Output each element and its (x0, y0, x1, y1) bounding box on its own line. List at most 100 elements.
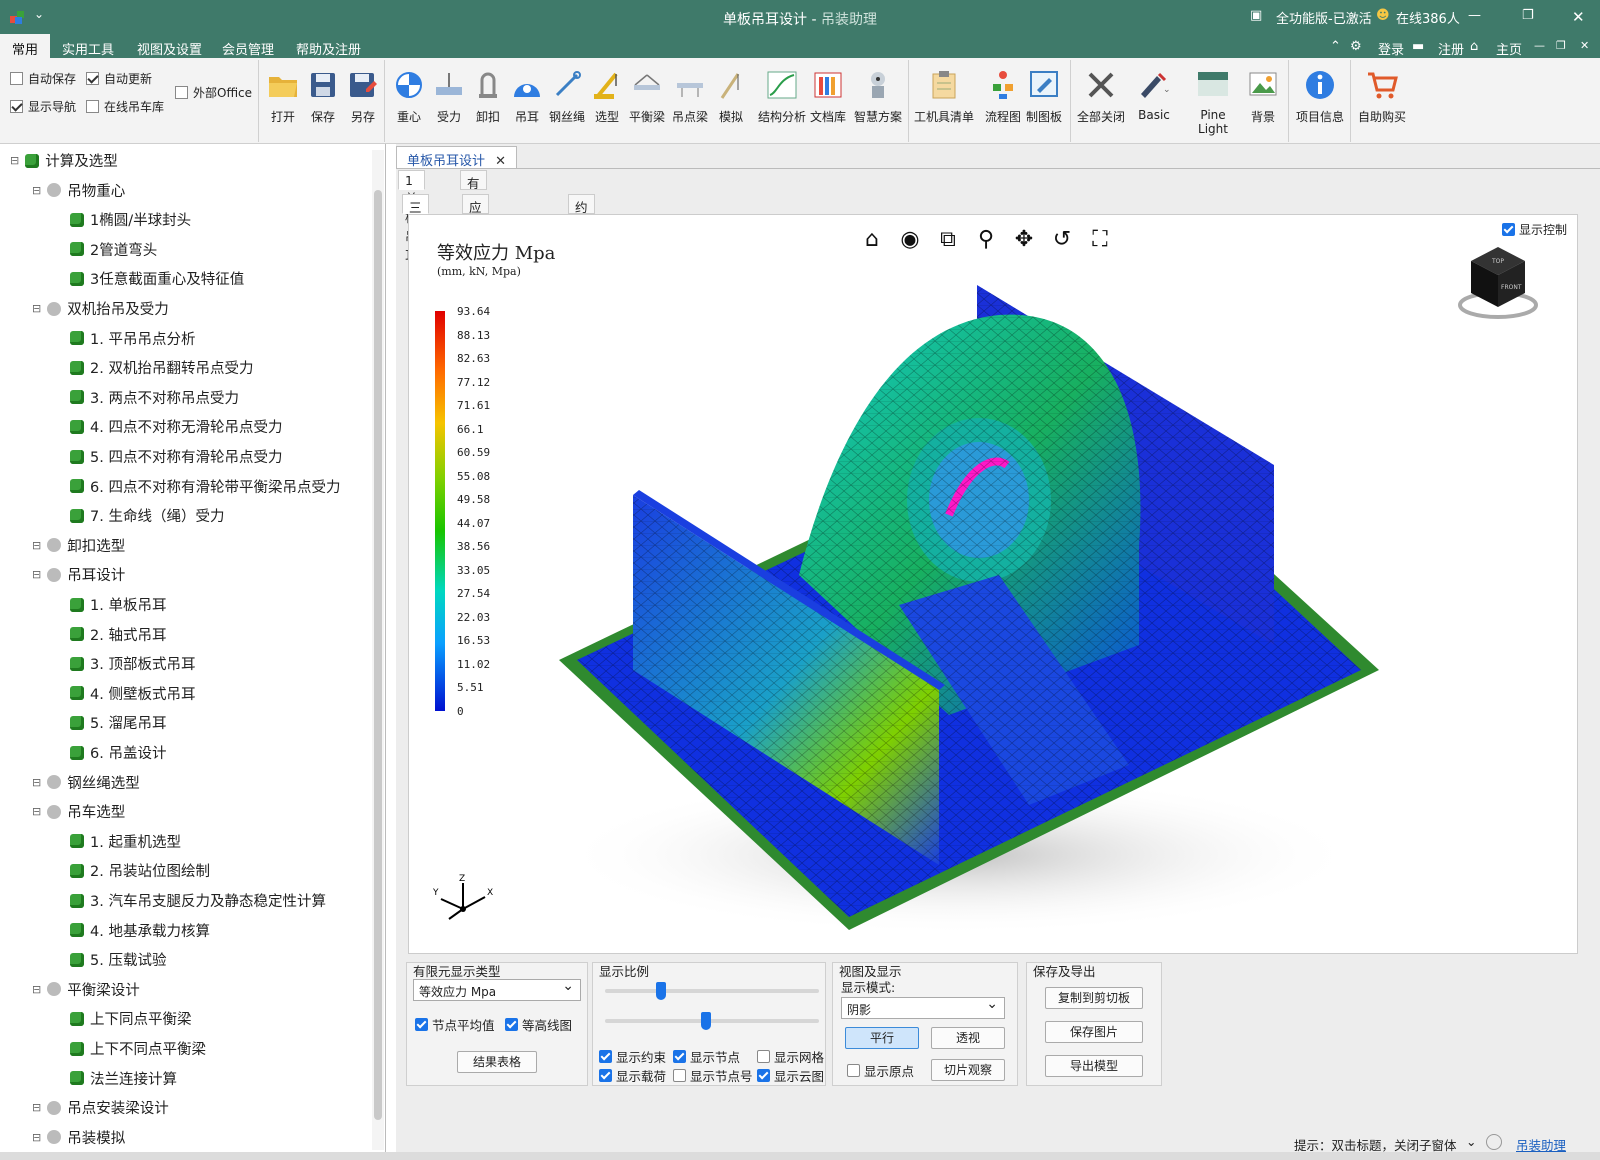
restore-button[interactable]: ❐ (1522, 8, 1534, 23)
show-nodes-checkbox[interactable]: 显示节点 (673, 1047, 740, 1066)
tree-leaf-item[interactable]: 2. 双机抬吊翻转吊点受力 (70, 357, 253, 378)
scale-slider-2-knob[interactable] (700, 1012, 711, 1030)
tree-leaf-item[interactable]: 3. 汽车吊支腿反力及静态稳定性计算 (70, 890, 326, 911)
close-button[interactable]: ✕ (1572, 8, 1585, 26)
balance-beam-button[interactable]: 平衡梁 (626, 68, 668, 125)
menu-tools[interactable]: 实用工具 (62, 39, 114, 58)
lifting-point-beam-button[interactable]: 吊点梁 (669, 68, 711, 125)
self-purchase-button[interactable]: 自助购买 (1354, 68, 1410, 125)
auto-update-checkbox[interactable]: 自动更新 (86, 70, 152, 87)
document-tab[interactable]: 单板吊耳设计 ✕ (396, 146, 518, 169)
homepage-link[interactable]: 主页 (1496, 39, 1522, 58)
tree-group-item[interactable]: ⊟ 计算及选型 (10, 150, 118, 171)
open-button[interactable]: 打开 (262, 68, 304, 125)
external-office-checkbox[interactable]: 外部Office (175, 84, 252, 101)
tree-group-item[interactable]: ⊟ 吊物重心 (32, 180, 125, 201)
tree-leaf-item[interactable]: 4. 地基承载力核算 (70, 920, 210, 941)
fem-3d-viewport[interactable]: 等效应力 Mpa (mm, kN, Mpa) 93.64 88.13 82.63 77… (408, 214, 1578, 954)
expander-icon[interactable]: ⊟ (32, 539, 41, 552)
tree-leaf-item[interactable]: 2管道弯头 (70, 239, 157, 260)
tree-leaf-item[interactable]: 2. 轴式吊耳 (70, 624, 166, 645)
tree-group-item[interactable]: ⊟ 钢丝绳选型 (32, 772, 140, 793)
tree-group-item[interactable]: ⊟ 吊点安装梁设计 (32, 1097, 169, 1118)
status-toggle-icon[interactable] (1486, 1134, 1502, 1150)
theme-pine-light-button[interactable]: ⌄Pine Light (1184, 68, 1242, 136)
scale-slider-1[interactable] (605, 982, 819, 1000)
fem-model-render[interactable] (529, 245, 1429, 945)
tree-group-item[interactable]: ⊟ 吊车选型 (32, 801, 125, 822)
expander-icon[interactable]: ⊟ (32, 805, 41, 818)
show-mesh-checkbox[interactable]: 显示网格 (757, 1047, 824, 1066)
expander-icon[interactable]: ⊟ (32, 983, 41, 996)
scale-slider-2[interactable] (605, 1012, 819, 1030)
center-of-gravity-button[interactable]: 重心 (388, 68, 430, 125)
shackle-button[interactable]: 卸扣 (467, 68, 509, 125)
results-table-button[interactable]: 结果表格 (457, 1051, 537, 1073)
flowchart-button[interactable]: 流程图 (980, 68, 1026, 125)
close-all-button[interactable]: 全部关闭 (1076, 68, 1126, 125)
menu-view-settings[interactable]: 视图及设置 (137, 39, 202, 58)
tab-reaction-forces[interactable]: 约束点反力 (568, 194, 595, 291)
tree-leaf-item[interactable]: 1. 起重机选型 (70, 831, 181, 852)
tree-leaf-item[interactable]: 6. 吊盖设计 (70, 742, 166, 763)
expander-icon[interactable]: ⊟ (32, 184, 41, 197)
status-dropdown-icon[interactable]: ⌄ (1466, 1134, 1476, 1149)
tree-leaf-item[interactable]: 1. 单板吊耳 (70, 594, 166, 615)
show-control-checkbox[interactable]: 显示控制 (1501, 221, 1567, 238)
home-icon[interactable]: ⌂ (1470, 39, 1478, 54)
wire-rope-button[interactable]: 钢丝绳 (546, 68, 588, 125)
register-link[interactable]: 注册 (1438, 39, 1464, 58)
tree-leaf-item[interactable]: 4. 侧壁板式吊耳 (70, 683, 195, 704)
tree-group-item[interactable]: ⊟ 双机抬吊及受力 (32, 298, 169, 319)
copy-to-clipboard-button[interactable]: 复制到剪切板 (1045, 987, 1143, 1009)
tree-leaf-item[interactable]: 7. 生命线（绳）受力 (70, 505, 224, 526)
save-as-button[interactable]: 另存 (342, 68, 384, 125)
show-node-numbers-checkbox[interactable]: 显示节点号 (673, 1066, 753, 1085)
tab-stress-distribution[interactable]: 应力分布范围统计 (462, 194, 489, 348)
tool-list-button[interactable]: 工机具清单 (914, 68, 974, 125)
show-loads-checkbox[interactable]: 显示载荷 (599, 1066, 666, 1085)
tree-group-item[interactable]: ⊟ 卸扣选型 (32, 535, 125, 556)
node-average-checkbox[interactable]: 节点平均值 (415, 1015, 495, 1034)
tree-leaf-item[interactable]: 6. 四点不对称有滑轮带平衡梁吊点受力 (70, 476, 340, 497)
slice-view-button[interactable]: 切片观察 (931, 1059, 1005, 1081)
tree-group-item[interactable]: ⊟ 吊装模拟 (32, 1127, 125, 1148)
smart-plan-button[interactable]: 智慧方案 (852, 68, 904, 125)
tree-leaf-item[interactable]: 1. 平吊吊点分析 (70, 328, 195, 349)
view-cube[interactable]: TOP FRONT (1455, 243, 1541, 323)
force-button[interactable]: 受力 (428, 68, 470, 125)
export-model-button[interactable]: 导出模型 (1045, 1055, 1143, 1077)
parallel-projection-button[interactable]: 平行 (845, 1027, 919, 1049)
tree-leaf-item[interactable]: 5. 四点不对称有滑轮吊点受力 (70, 446, 282, 467)
auto-save-checkbox[interactable]: 自动保存 (10, 70, 76, 87)
tree-leaf-item[interactable]: 3任意截面重心及特征值 (70, 268, 244, 289)
tree-leaf-item[interactable]: 4. 四点不对称无滑轮吊点受力 (70, 416, 282, 437)
drawing-board-button[interactable]: 制图板 (1022, 68, 1066, 125)
scale-slider-1-knob[interactable] (656, 982, 666, 1000)
expander-icon[interactable]: ⊟ (32, 776, 41, 789)
tree-leaf-item[interactable]: 法兰连接计算 (70, 1068, 177, 1089)
tree-group-item[interactable]: ⊟ 平衡梁设计 (32, 979, 140, 1000)
close-tab-icon[interactable]: ✕ (495, 154, 506, 169)
selection-button[interactable]: 选型 (586, 68, 628, 125)
tree-group-item[interactable]: ⊟ 吊耳设计 (32, 564, 125, 585)
doc-library-button[interactable]: 文档库 (806, 68, 850, 125)
scrollbar-thumb[interactable] (374, 190, 382, 1120)
tree-leaf-item[interactable]: 上下同点平衡梁 (70, 1008, 192, 1029)
menu-membership[interactable]: 会员管理 (222, 39, 274, 58)
menu-home[interactable]: 常用 (0, 34, 51, 58)
tree-leaf-item[interactable]: 5. 溜尾吊耳 (70, 712, 166, 733)
tree-leaf-item[interactable]: 1椭圆/半球封头 (70, 209, 191, 230)
mdi-restore-button[interactable]: ❐ (1556, 39, 1566, 52)
expander-icon[interactable]: ⊟ (32, 1131, 41, 1144)
theme-basic-button[interactable]: ⌄ Basic (1134, 68, 1174, 122)
login-link[interactable]: 登录 (1378, 39, 1404, 58)
expander-icon[interactable]: ⊟ (10, 154, 19, 167)
tree-leaf-item[interactable]: 3. 两点不对称吊点受力 (70, 387, 239, 408)
expander-icon[interactable]: ⊟ (32, 568, 41, 581)
tree-leaf-item[interactable]: 上下不同点平衡梁 (70, 1038, 206, 1059)
lifting-lug-button[interactable]: 吊耳 (506, 68, 548, 125)
expander-icon[interactable]: ⊟ (32, 1101, 41, 1114)
tab-single-plate-lug[interactable]: 1单板吊耳 (398, 170, 425, 263)
tree-leaf-item[interactable]: 3. 顶部板式吊耳 (70, 653, 195, 674)
